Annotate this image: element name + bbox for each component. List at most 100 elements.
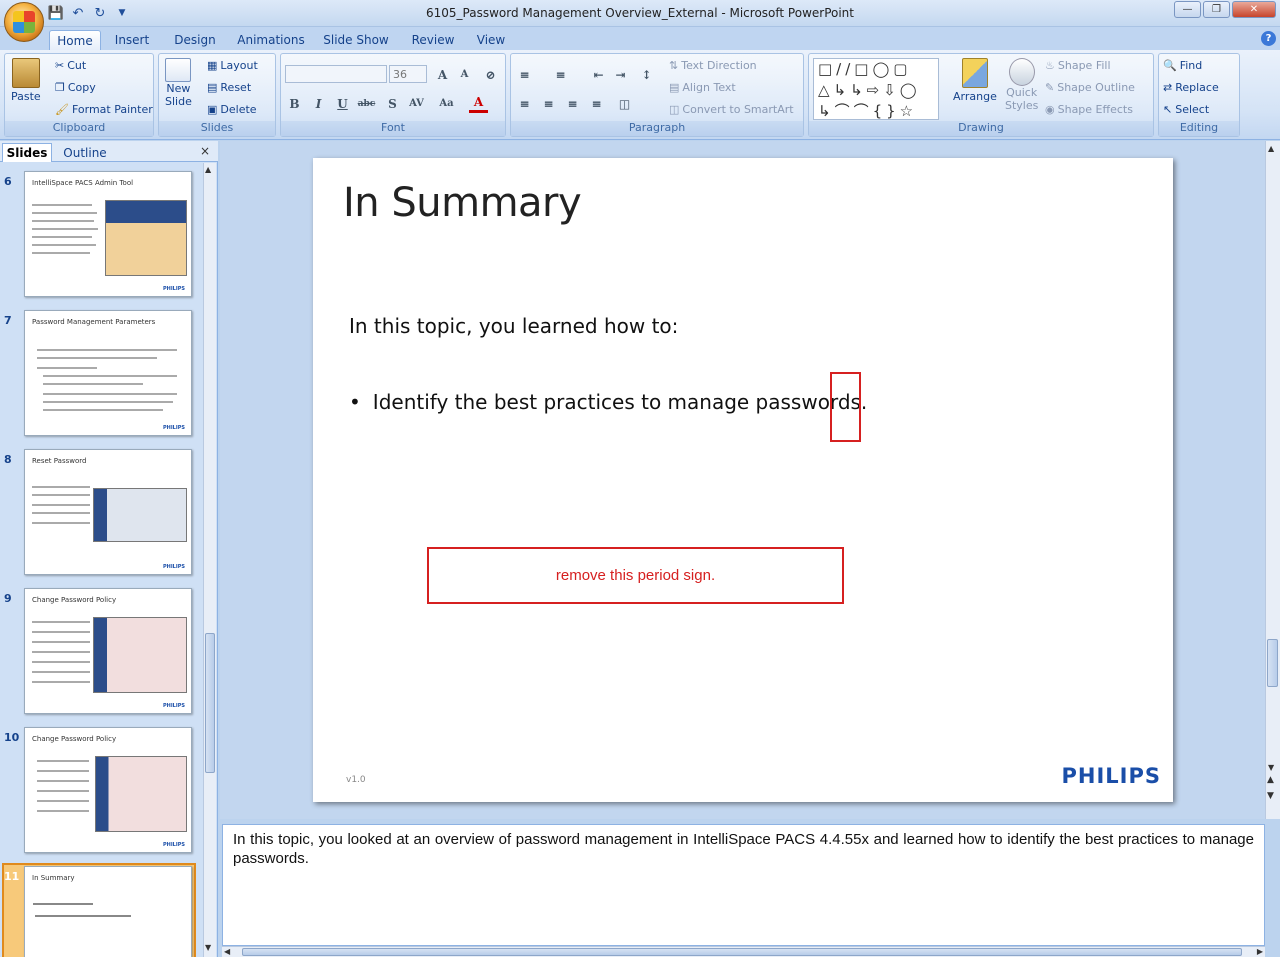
slide-canvas[interactable]: In Summary In this topic, you learned ho…: [313, 158, 1173, 802]
new-slide-button[interactable]: New Slide: [165, 58, 192, 108]
tab-insert[interactable]: Insert: [108, 30, 156, 50]
slide-title[interactable]: In Summary: [343, 180, 582, 226]
scroll-right-icon[interactable]: ▶: [1257, 947, 1263, 956]
close-pane-icon[interactable]: ×: [200, 144, 210, 158]
scroll-down-icon[interactable]: ▼: [1268, 763, 1274, 772]
align-left-icon[interactable]: ≡: [515, 94, 534, 113]
arrange-button[interactable]: Arrange: [953, 58, 997, 103]
thumbnail-logo: PHILIPS: [162, 425, 185, 431]
close-button[interactable]: ✕: [1232, 1, 1276, 18]
decrease-indent-icon[interactable]: ⇤: [589, 65, 608, 84]
tab-design[interactable]: Design: [166, 30, 224, 50]
tab-outline[interactable]: Outline: [56, 143, 114, 162]
strikethrough-icon[interactable]: abc: [357, 94, 376, 113]
undo-icon[interactable]: ↶: [70, 5, 86, 21]
previous-slide-icon[interactable]: ▲: [1267, 775, 1274, 785]
tab-slide-show[interactable]: Slide Show: [318, 30, 394, 50]
paste-button[interactable]: Paste: [11, 58, 41, 103]
save-icon[interactable]: 💾: [48, 5, 64, 21]
slide-thumbnail-9[interactable]: Change Password Policy PHILIPS: [24, 588, 192, 714]
quick-styles-button[interactable]: Quick Styles: [1005, 58, 1038, 112]
copy-button[interactable]: ❐ Copy: [55, 81, 96, 94]
italic-icon[interactable]: I: [309, 94, 328, 113]
help-icon[interactable]: ?: [1261, 31, 1276, 46]
thumb-text-line: [32, 204, 92, 206]
scrollbar-thumb[interactable]: [1267, 639, 1278, 687]
align-right-icon[interactable]: ≡: [563, 94, 582, 113]
slides-pane-scrollbar[interactable]: ▲ ▼: [203, 163, 216, 957]
minimize-button[interactable]: —: [1174, 1, 1201, 18]
thumb-text-line: [43, 383, 143, 385]
increase-indent-icon[interactable]: ⇥: [611, 65, 630, 84]
delete-button[interactable]: ▣ Delete: [207, 103, 257, 116]
customize-toolbar-icon[interactable]: ▼: [114, 5, 130, 21]
shapes-gallery[interactable]: □∕∕□◯▢ △↳↳⇨⇩◯ ↳⌒⌒{}☆: [813, 58, 939, 120]
slide-intro-text[interactable]: In this topic, you learned how to:: [349, 314, 678, 338]
thumb-text-line: [32, 641, 90, 643]
pen-icon: ✎: [1045, 81, 1055, 94]
thumb-text-line: [37, 800, 89, 802]
brush-icon: 🖌: [55, 103, 69, 116]
notes-pane[interactable]: In this topic, you looked at an overview…: [222, 824, 1265, 946]
scroll-down-icon[interactable]: ▼: [205, 943, 215, 953]
slide-bullet-item[interactable]: • Identify the best practices to manage …: [349, 390, 867, 414]
shape-fill-button[interactable]: ♨ Shape Fill: [1045, 59, 1111, 72]
numbering-icon[interactable]: ≡: [551, 65, 570, 84]
align-center-icon[interactable]: ≡: [539, 94, 558, 113]
reset-button[interactable]: ▤ Reset: [207, 81, 251, 94]
cut-button[interactable]: ✂ Cut: [55, 59, 86, 72]
layout-button[interactable]: ▦ Layout: [207, 59, 258, 72]
scroll-up-icon[interactable]: ▲: [205, 165, 215, 175]
tab-review[interactable]: Review: [405, 30, 461, 50]
clear-formatting-icon[interactable]: ⊘: [481, 65, 500, 84]
slide-thumbnail-8[interactable]: Reset Password PHILIPS: [24, 449, 192, 575]
bold-icon[interactable]: B: [285, 94, 304, 113]
redo-icon[interactable]: ↻: [92, 5, 108, 21]
scroll-up-icon[interactable]: ▲: [1268, 144, 1274, 153]
slide-thumbnail-7[interactable]: Password Management Parameters PHILIPS: [24, 310, 192, 436]
slide-thumbnail-11[interactable]: In Summary: [24, 866, 192, 957]
scroll-left-icon[interactable]: ◀: [224, 947, 230, 956]
convert-smartart-button[interactable]: ◫ Convert to SmartArt: [669, 103, 794, 116]
delete-icon: ▣: [207, 103, 218, 116]
bullets-icon[interactable]: ≡: [515, 65, 534, 84]
underline-icon[interactable]: U: [333, 94, 352, 113]
scrollbar-thumb[interactable]: [242, 948, 1242, 956]
change-case-icon[interactable]: Aa: [437, 94, 456, 113]
grow-font-icon[interactable]: A: [433, 65, 452, 84]
align-text-button[interactable]: ▤ Align Text: [669, 81, 736, 94]
font-color-icon[interactable]: A: [469, 94, 488, 113]
ribbon-tabs: Home Insert Design Animations Slide Show…: [0, 27, 1280, 50]
slide-thumbnail-10[interactable]: Change Password Policy PHILIPS: [24, 727, 192, 853]
next-slide-icon[interactable]: ▼: [1267, 791, 1274, 801]
line-spacing-icon[interactable]: ↕: [637, 65, 656, 84]
tab-animations[interactable]: Animations: [233, 30, 309, 50]
select-button[interactable]: ↖ Select: [1163, 103, 1209, 116]
shrink-font-icon[interactable]: A: [455, 65, 474, 84]
tab-view[interactable]: View: [470, 30, 512, 50]
replace-button[interactable]: ⇄ Replace: [1163, 81, 1219, 94]
notes-horizontal-scrollbar[interactable]: ◀ ▶: [222, 946, 1265, 957]
justify-icon[interactable]: ≡: [587, 94, 606, 113]
thumb-text-line: [32, 681, 90, 683]
shape-outline-button[interactable]: ✎ Shape Outline: [1045, 81, 1135, 94]
character-spacing-icon[interactable]: AV: [407, 94, 426, 113]
font-name-combo[interactable]: [285, 65, 387, 83]
find-button[interactable]: 🔍 Find: [1163, 59, 1202, 72]
pane-tabs: Slides Outline ×: [0, 141, 218, 162]
shape-effects-button[interactable]: ◉ Shape Effects: [1045, 103, 1133, 116]
restore-button[interactable]: ❐: [1203, 1, 1230, 18]
office-button[interactable]: [4, 2, 44, 42]
font-group-label: Font: [281, 121, 505, 136]
tab-slides[interactable]: Slides: [2, 143, 52, 162]
slide-thumbnail-6[interactable]: IntelliSpace PACS Admin Tool PHILIPS: [24, 171, 192, 297]
font-group: 36 A A ⊘ B I U abc S AV Aa A Font: [280, 53, 506, 137]
scrollbar-thumb[interactable]: [205, 633, 215, 773]
slide-scrollbar[interactable]: ▲ ▼ ▲ ▼: [1265, 141, 1280, 819]
tab-home[interactable]: Home: [49, 30, 101, 50]
format-painter-button[interactable]: 🖌 Format Painter: [55, 103, 153, 116]
columns-icon[interactable]: ◫: [615, 94, 634, 113]
shadow-icon[interactable]: S: [383, 94, 402, 113]
text-direction-button[interactable]: ⇅ Text Direction: [669, 59, 757, 72]
font-size-combo[interactable]: 36: [389, 65, 427, 83]
